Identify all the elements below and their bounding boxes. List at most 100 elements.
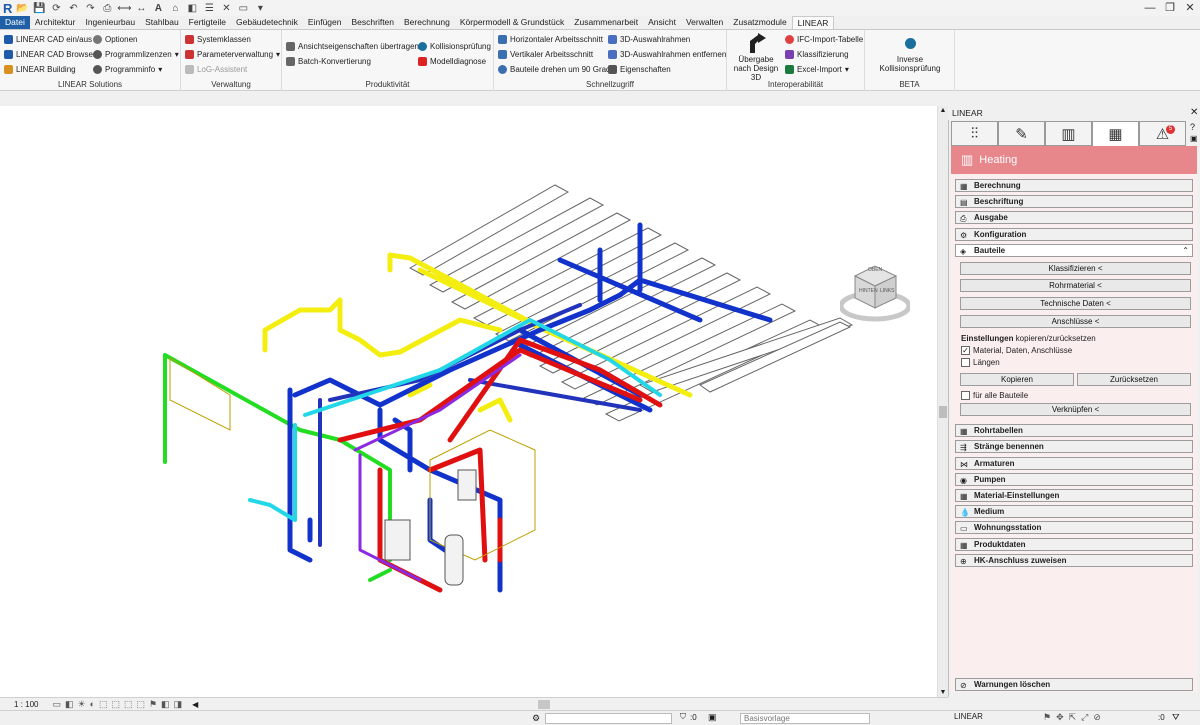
3d-view-icon[interactable]: ⌂ [168, 2, 182, 14]
scale-label[interactable]: 1 : 100 [14, 700, 38, 709]
tab-verwalten[interactable]: Verwalten [681, 16, 728, 29]
workset-select[interactable] [545, 713, 672, 724]
modelldiagnose-button[interactable]: Modelldiagnose [418, 57, 486, 66]
tab-ingenieurbau[interactable]: Ingenieurbau [80, 16, 140, 29]
workset-icon[interactable]: ⚙ [532, 713, 540, 724]
section-konfiguration[interactable]: ⚙ Konfiguration [955, 228, 1193, 241]
kopieren-button[interactable]: Kopieren [960, 373, 1074, 386]
close-window-icon[interactable]: ✕ [1180, 0, 1200, 16]
scroll-down-icon[interactable]: ▼ [938, 689, 948, 696]
design-options-icon[interactable]: ▣ [708, 712, 717, 723]
section-hk-anschluss[interactable]: ⊕ HK-Anschluss zuweisen [955, 554, 1193, 567]
close-hidden-icon[interactable]: ✕ [219, 2, 233, 14]
measure-icon[interactable]: ⟷ [117, 2, 131, 14]
bauteile-drehen-button[interactable]: Bauteile drehen um 90 Grad [498, 65, 611, 74]
scroll-left-icon[interactable]: ◀ [192, 700, 198, 709]
redo-icon[interactable]: ↷ [83, 2, 97, 14]
inverse-kollisionspruefung-button[interactable]: Inverse Kollisionsprüfung [867, 38, 953, 73]
tab-edit[interactable]: ✎ [998, 121, 1045, 146]
tab-radiators[interactable]: ▥ [1045, 121, 1092, 146]
anschluesse-button[interactable]: Anschlüsse < [960, 315, 1191, 328]
verknuepfen-button[interactable]: Verknüpfen < [960, 403, 1191, 416]
selection-filter-icons[interactable]: ⚑✥⇱⤢⊘ [1043, 712, 1106, 723]
vertical-scrollbar[interactable]: ▲ ▼ [937, 106, 948, 697]
3d-auswahlrahmen-entfernen-button[interactable]: 3D-Auswahlrahmen entfernen [608, 50, 726, 59]
tab-settings-sliders[interactable]: ⫶⫶ [951, 121, 998, 146]
section-straenge-benennen[interactable]: ⇶ Stränge benennen [955, 440, 1193, 453]
rohrmaterial-button[interactable]: Rohrmaterial < [960, 279, 1191, 292]
tab-warnings[interactable]: ⚠ 5 [1139, 121, 1186, 146]
section-rohrtabellen[interactable]: ▦ Rohrtabellen [955, 424, 1193, 437]
horizontaler-arbeitsschnitt-button[interactable]: Horizontaler Arbeitsschnitt [498, 35, 603, 44]
tab-berechnung[interactable]: Berechnung [399, 16, 455, 29]
tab-zusatzmodule[interactable]: Zusatzmodule [728, 16, 791, 29]
excel-import-button[interactable]: Excel-Import ▾ [785, 65, 849, 74]
eigenschaften-button[interactable]: Eigenschaften [608, 65, 671, 74]
tab-fertigteile[interactable]: Fertigteile [184, 16, 231, 29]
undo-icon[interactable]: ↶ [66, 2, 80, 14]
tab-linear[interactable]: LINEAR [791, 16, 835, 29]
horizontal-scroll-thumb[interactable] [538, 699, 551, 709]
section-material-einstellungen[interactable]: ▦ Material-Einstellungen [955, 489, 1193, 502]
design-option-select[interactable]: Basisvorlage [740, 713, 870, 724]
kollisionspruefung-button[interactable]: Kollisionsprüfung [418, 42, 491, 51]
help-icon[interactable]: ? [1190, 122, 1195, 132]
view-control-icons[interactable]: ▭◧☀◐⬚⬚⬚⬚⚑◧◨ [52, 699, 186, 710]
print-icon[interactable]: ⎙ [100, 2, 114, 14]
vertikaler-arbeitsschnitt-button[interactable]: Vertikaler Arbeitsschnitt [498, 50, 593, 59]
tab-ansicht[interactable]: Ansicht [643, 16, 681, 29]
log-assistent-button[interactable]: LoG-Assistent [185, 65, 247, 74]
editable-only-icon[interactable]: ⛉ [680, 712, 686, 722]
linear-cad-toggle-button[interactable]: LINEAR CAD ein/aus [4, 35, 92, 44]
customize-qat-icon[interactable]: ▾ [253, 2, 267, 14]
section-armaturen[interactable]: ⋈ Armaturen [955, 457, 1193, 470]
section-pumpen[interactable]: ◉ Pumpen [955, 473, 1193, 486]
section-berechnung[interactable]: ▦ Berechnung [955, 179, 1193, 192]
section-ausgabe[interactable]: ⎙ Ausgabe [955, 211, 1193, 224]
ifc-import-tabelle-button[interactable]: IFC-Import-Tabelle [785, 35, 863, 44]
tab-stahlbau[interactable]: Stahlbau [140, 16, 184, 29]
switch-windows-icon[interactable]: ▭ [236, 2, 250, 14]
alle-bauteile-checkbox[interactable] [961, 391, 970, 400]
programminfo-button[interactable]: Programminfo ▾ [93, 65, 162, 74]
tab-einfuegen[interactable]: Einfügen [303, 16, 347, 29]
warnungen-loeschen-button[interactable]: ⊘ Warnungen löschen [955, 678, 1193, 691]
uebergabe-design3d-button[interactable]: Übergabe nach Design 3D [729, 33, 783, 82]
revit-logo[interactable]: R [3, 1, 12, 16]
tab-gebaeudetechnik[interactable]: Gebäudetechnik [231, 16, 303, 29]
section-bauteile[interactable]: ◈ Bauteile ⌃ [955, 244, 1193, 257]
parameterverwaltung-button[interactable]: Parameterverwaltung ▾ [185, 50, 280, 59]
programmlizenzen-button[interactable]: Programmlizenzen ▾ [93, 50, 179, 59]
klassifizierung-button[interactable]: Klassifizierung [785, 50, 849, 59]
tab-beschriften[interactable]: Beschriften [346, 16, 399, 29]
laengen-checkbox[interactable] [961, 358, 970, 367]
tab-architektur[interactable]: Architektur [30, 16, 81, 29]
section-produktdaten[interactable]: ▦ Produktdaten [955, 538, 1193, 551]
open-icon[interactable]: 📂 [15, 2, 29, 14]
technische-daten-button[interactable]: Technische Daten < [960, 297, 1191, 310]
batch-konvertierung-button[interactable]: Batch-Konvertierung [286, 57, 371, 66]
tab-zusammenarbeit[interactable]: Zusammenarbeit [569, 16, 643, 29]
thin-lines-icon[interactable]: ☰ [202, 2, 216, 14]
section-icon[interactable]: ◧ [185, 2, 199, 14]
tab-components[interactable]: ▦ [1092, 121, 1139, 146]
section-wohnungsstation[interactable]: ▭ Wohnungsstation [955, 521, 1193, 534]
section-medium[interactable]: 💧 Medium [955, 505, 1193, 518]
optionen-button[interactable]: Optionen [93, 35, 137, 44]
save-icon[interactable]: 💾 [32, 2, 46, 14]
panel-close-icon[interactable]: ✕ [1190, 107, 1198, 118]
filter-icon[interactable]: ⛛ [1172, 712, 1180, 723]
3d-auswahlrahmen-button[interactable]: 3D-Auswahlrahmen [608, 35, 690, 44]
text-icon[interactable]: A [151, 2, 165, 14]
ansichtseigenschaften-button[interactable]: Ansichtseigenschaften übertragen [286, 42, 419, 51]
material-daten-checkbox[interactable]: ✓ [961, 346, 970, 355]
viewcube[interactable]: OBEN HINTEN LINKS [838, 258, 912, 326]
minimize-icon[interactable]: — [1140, 0, 1160, 16]
klassifizieren-button[interactable]: Klassifizieren < [960, 262, 1191, 275]
3d-view-canvas[interactable]: OBEN HINTEN LINKS [0, 106, 940, 697]
linear-cad-browser-button[interactable]: LINEAR CAD Browser [4, 50, 96, 59]
systemklassen-button[interactable]: Systemklassen [185, 35, 251, 44]
panel-menu-icon[interactable]: ▣ [1190, 134, 1198, 143]
sync-icon[interactable]: ⟳ [49, 2, 63, 14]
section-beschriftung[interactable]: ▤ Beschriftung [955, 195, 1193, 208]
